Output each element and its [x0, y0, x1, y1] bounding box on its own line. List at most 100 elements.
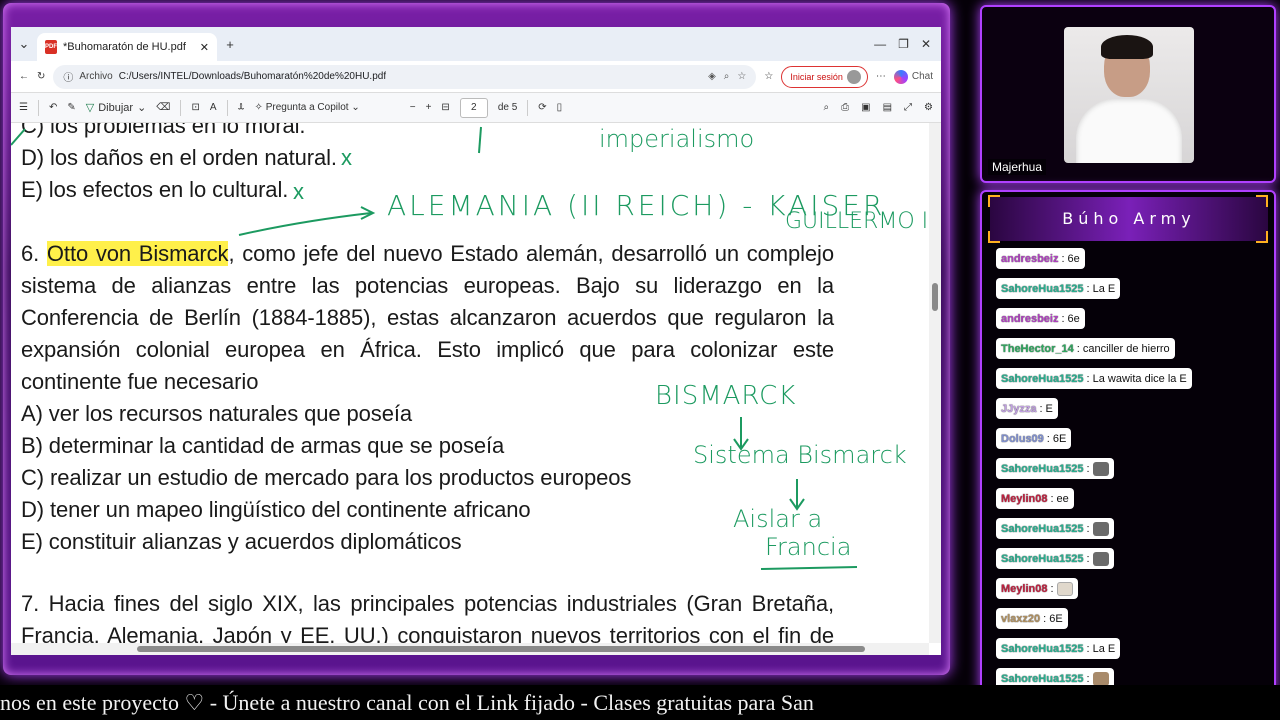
minimize-icon[interactable]: —: [874, 37, 886, 51]
ask-copilot-button[interactable]: ✧ Pregunta a Copilot ⌄: [255, 102, 360, 113]
chat-username[interactable]: JJyzza: [1001, 403, 1036, 415]
chat-message-bubble: TheHector_14: canciller de hierro: [996, 338, 1175, 359]
vertical-scroll-thumb[interactable]: [932, 283, 938, 311]
text-format-icon[interactable]: A: [210, 102, 217, 113]
text-box-icon[interactable]: ⊡: [191, 102, 199, 113]
chat-username[interactable]: SahoreHua1525: [1001, 283, 1084, 295]
copilot-icon: [893, 69, 908, 84]
print-icon[interactable]: ⎙: [841, 102, 849, 113]
restore-icon[interactable]: ❐: [898, 37, 909, 51]
chat-text: La wawita dice la E: [1092, 372, 1187, 385]
search-icon[interactable]: ⌕: [824, 102, 830, 113]
undo-icon[interactable]: ↶: [49, 102, 57, 113]
chat-message: andresbeiz:6e: [996, 308, 1266, 338]
signin-button[interactable]: Iniciar sesión: [781, 65, 868, 88]
chat-text: canciller de hierro: [1082, 342, 1170, 355]
chat-username[interactable]: SahoreHua1525: [1001, 373, 1084, 385]
page-number-input[interactable]: 2: [459, 97, 488, 118]
read-aloud-icon[interactable]: ꕊ: [238, 102, 245, 113]
chat-username[interactable]: TheHector_14: [1001, 343, 1074, 355]
bottom-ticker: nos en este proyecto ♡ - Únete a nuestro…: [0, 685, 1280, 720]
chat-message-bubble: SahoreHua1525: La wawita dice la E: [996, 368, 1192, 389]
chat-message: SahoreHua1525:: [996, 458, 1266, 488]
chat-username[interactable]: andresbeiz: [1001, 313, 1058, 325]
read-aloud-icon[interactable]: ◈: [708, 71, 716, 82]
fullscreen-icon[interactable]: ⤢: [904, 102, 912, 113]
page-view-icon[interactable]: ▯: [557, 102, 563, 113]
chat-separator: :: [1046, 432, 1050, 445]
tab-pdf[interactable]: PDF *Buhomaratón de HU.pdf ✕: [37, 33, 217, 61]
highlight-icon[interactable]: ✎: [67, 102, 75, 113]
chat-message-bubble: vlaxz20:6E: [996, 608, 1068, 629]
close-window-icon[interactable]: ✕: [921, 37, 931, 51]
chat-separator: :: [1086, 642, 1090, 655]
emote-icon: [1092, 671, 1109, 686]
chat-messages: andresbeiz:6e SahoreHua1525: La E andresbei…: [996, 248, 1266, 698]
chat-username[interactable]: SahoreHua1525: [1001, 463, 1084, 475]
chat-message-bubble: Dolus09:6E: [996, 428, 1072, 449]
zoom-icon[interactable]: ⌕: [724, 71, 730, 82]
info-icon[interactable]: ⓘ: [63, 69, 73, 84]
save-icon[interactable]: ▣: [861, 102, 870, 113]
window-controls: — ❐ ✕: [874, 37, 941, 51]
chat-username[interactable]: Meylin08: [1001, 583, 1047, 595]
toolbar-separator: [527, 99, 529, 116]
chat-username[interactable]: SahoreHua1525: [1001, 643, 1084, 655]
rotate-icon[interactable]: ⟳: [538, 102, 546, 113]
more-menu-icon[interactable]: ⋯: [876, 71, 886, 82]
webcam-feed: [1064, 27, 1194, 163]
copilot-chat-button[interactable]: Chat: [893, 69, 933, 84]
omnibox-icons: ◈ ⌕ ☆: [708, 71, 746, 82]
chat-username[interactable]: andresbeiz: [1001, 253, 1058, 265]
address-bar: ← ↻ ⓘ Archivo C:/Users/INTEL/Downloads/B…: [11, 61, 941, 93]
chat-text: 6E: [1049, 612, 1063, 625]
url-field[interactable]: ⓘ Archivo C:/Users/INTEL/Downloads/Buhom…: [53, 64, 757, 89]
back-icon[interactable]: ←: [19, 71, 29, 82]
chat-label: Chat: [911, 71, 933, 82]
chat-message-bubble: SahoreHua1525: La E: [996, 278, 1121, 299]
chat-message: JJyzza: E: [996, 398, 1266, 428]
contents-icon[interactable]: ☰: [19, 102, 28, 113]
corner-ornament: [1256, 231, 1268, 243]
stream-layout: ⌄ PDF *Buhomaratón de HU.pdf ✕ + — ❐ ✕ ←…: [0, 0, 1280, 720]
chat-username[interactable]: vlaxz20: [1001, 613, 1040, 625]
save-as-icon[interactable]: ▤: [883, 102, 892, 113]
close-tab-icon[interactable]: ✕: [200, 41, 209, 54]
chat-username[interactable]: SahoreHua1525: [1001, 523, 1084, 535]
favorites-icon[interactable]: ☆: [764, 71, 773, 82]
horizontal-scrollbar[interactable]: [11, 643, 929, 655]
person-hair: [1101, 35, 1153, 59]
zoom-out-icon[interactable]: −: [410, 102, 416, 113]
chat-username[interactable]: SahoreHua1525: [1001, 553, 1084, 565]
tab-list-chevron-icon[interactable]: ⌄: [11, 36, 37, 52]
signin-label: Iniciar sesión: [790, 71, 843, 82]
horizontal-scroll-thumb[interactable]: [137, 646, 865, 652]
emote-icon: [1092, 521, 1109, 536]
reload-icon[interactable]: ↻: [37, 71, 45, 82]
new-tab-icon[interactable]: +: [217, 37, 243, 52]
chat-separator: :: [1061, 312, 1065, 325]
chat-separator: :: [1086, 372, 1090, 385]
chat-separator: :: [1050, 492, 1054, 505]
url-text: C:/Users/INTEL/Downloads/Buhomaratón%20d…: [118, 71, 387, 82]
chat-username[interactable]: SahoreHua1525: [1001, 673, 1084, 685]
chat-message-bubble: andresbeiz:6e: [996, 248, 1085, 269]
chat-separator: :: [1050, 582, 1054, 595]
settings-gear-icon[interactable]: ⚙: [924, 102, 933, 113]
pdf-page[interactable]: C) los problemas en lo moral. D) los dañ…: [11, 123, 929, 643]
eraser-icon[interactable]: ⌫: [156, 102, 170, 113]
fit-page-icon[interactable]: ⊟: [441, 102, 449, 113]
chat-message: Meylin08:: [996, 578, 1266, 608]
toolbar-right: ⌕ ⎙ ▣ ▤ ⤢ ⚙: [824, 102, 933, 113]
chevron-down-icon: ⌄: [351, 102, 360, 113]
emote-icon: [1092, 461, 1109, 476]
chat-message-bubble: SahoreHua1525:: [996, 458, 1114, 479]
chat-message-bubble: Meylin08: ee: [996, 488, 1074, 509]
vertical-scrollbar[interactable]: [929, 123, 941, 643]
chat-username[interactable]: Meylin08: [1001, 493, 1047, 505]
zoom-in-icon[interactable]: +: [426, 102, 432, 113]
draw-button[interactable]: ▽ Dibujar ⌄: [86, 101, 147, 115]
chat-username[interactable]: Dolus09: [1001, 433, 1044, 445]
chat-message: andresbeiz:6e: [996, 248, 1266, 278]
favorite-star-icon[interactable]: ☆: [737, 71, 746, 82]
